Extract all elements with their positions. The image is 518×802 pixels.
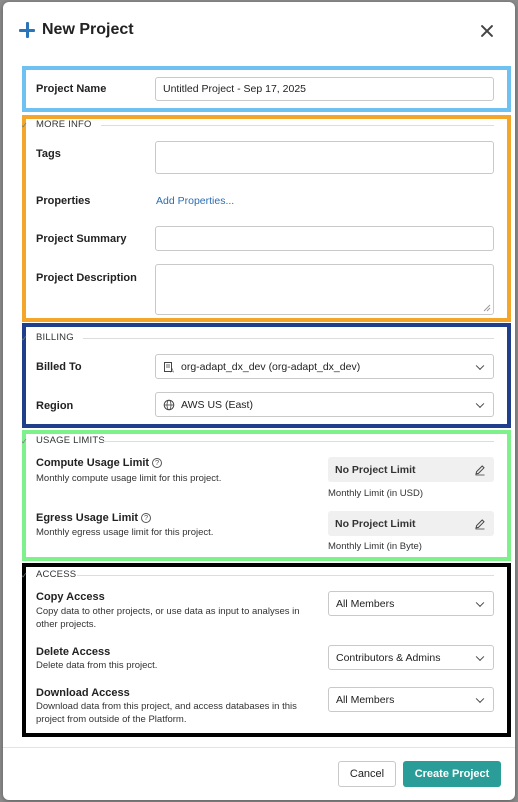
access-caret-icon[interactable]: ✓ (21, 571, 28, 580)
billed-to-label: Billed To (36, 361, 82, 373)
copy-access-description: Copy data to other projects, or use data… (36, 606, 300, 630)
copy-access-select[interactable]: All Members (328, 591, 494, 616)
usage-limits-divider (103, 441, 494, 442)
download-access-description: Download data from this project, and acc… (36, 701, 297, 725)
billing-heading: BILLING (36, 332, 74, 343)
egress-usage-limit-description: Monthly egress usage limit for this proj… (36, 527, 214, 538)
usage-limits-highlight (22, 430, 511, 561)
more-info-divider (101, 125, 494, 126)
access-divider (77, 575, 494, 576)
svg-text:A: A (171, 368, 175, 373)
chevron-down-icon (475, 361, 485, 370)
compute-usage-limit-label: Compute Usage Limit? (36, 457, 163, 469)
compute-usage-limit-value: No Project Limit (335, 463, 416, 476)
egress-usage-limit-unit: Monthly Limit (in Byte) (328, 541, 422, 552)
download-access-value: All Members (336, 693, 395, 706)
close-icon[interactable] (478, 22, 496, 40)
dialog-header: New Project (3, 2, 515, 60)
dialog-title: New Project (42, 21, 134, 38)
billed-to-select[interactable]: A org-adapt_dx_dev (org-adapt_dx_dev) (155, 354, 494, 379)
globe-icon (163, 399, 175, 410)
delete-access-value: Contributors & Admins (336, 651, 441, 664)
region-select[interactable]: AWS US (East) (155, 392, 494, 417)
project-description-label: Project Description (36, 272, 137, 284)
compute-usage-limit-description: Monthly compute usage limit for this pro… (36, 473, 222, 484)
help-icon[interactable]: ? (141, 513, 152, 523)
copy-access-value: All Members (336, 597, 395, 610)
project-name-input[interactable]: Untitled Project - Sep 17, 2025 (155, 77, 494, 101)
tags-input[interactable] (155, 141, 494, 174)
compute-usage-limit-unit: Monthly Limit (in USD) (328, 488, 424, 499)
resize-grip-icon[interactable] (483, 304, 491, 312)
new-project-dialog: New Project Project Name Untitled Projec… (3, 2, 515, 800)
chevron-down-icon (475, 399, 485, 408)
billing-divider (83, 338, 494, 339)
project-summary-label: Project Summary (36, 233, 127, 245)
chevron-down-icon (475, 598, 485, 607)
download-access-select[interactable]: All Members (328, 687, 494, 712)
download-access-label: Download Access (36, 687, 130, 699)
pencil-icon[interactable] (474, 518, 486, 530)
pencil-icon[interactable] (474, 464, 486, 476)
cancel-button[interactable]: Cancel (338, 761, 396, 787)
egress-usage-limit-label: Egress Usage Limit? (36, 512, 152, 524)
footer-divider (3, 747, 515, 748)
chevron-down-icon (475, 652, 485, 661)
usage-limits-heading: USAGE LIMITS (36, 435, 105, 446)
create-project-button[interactable]: Create Project (403, 761, 501, 787)
more-info-caret-icon[interactable]: ✓ (21, 121, 28, 130)
project-summary-input[interactable] (155, 226, 494, 251)
delete-access-description: Delete data from this project. (36, 660, 158, 671)
plus-icon (18, 21, 36, 39)
more-info-heading: MORE INFO (36, 119, 92, 130)
copy-access-label: Copy Access (36, 591, 105, 603)
region-label: Region (36, 400, 74, 412)
billed-to-value: org-adapt_dx_dev (org-adapt_dx_dev) (181, 360, 361, 373)
chevron-down-icon (475, 694, 485, 703)
properties-label: Properties (36, 195, 91, 207)
usage-limits-caret-icon[interactable]: ✓ (21, 437, 28, 446)
egress-usage-limit-field[interactable]: No Project Limit (328, 511, 494, 536)
org-icon: A (164, 361, 175, 373)
project-name-label: Project Name (36, 83, 107, 95)
help-icon[interactable]: ? (152, 458, 163, 468)
delete-access-label: Delete Access (36, 646, 111, 658)
billing-caret-icon[interactable]: ✓ (21, 334, 28, 343)
tags-label: Tags (36, 148, 61, 160)
compute-usage-limit-field[interactable]: No Project Limit (328, 457, 494, 482)
project-description-textarea[interactable] (155, 264, 494, 315)
region-value: AWS US (East) (181, 398, 253, 411)
project-name-value: Untitled Project - Sep 17, 2025 (163, 83, 307, 95)
egress-usage-limit-value: No Project Limit (335, 517, 416, 530)
delete-access-select[interactable]: Contributors & Admins (328, 645, 494, 670)
access-heading: ACCESS (36, 569, 77, 580)
add-properties-link[interactable]: Add Properties... (156, 195, 234, 207)
